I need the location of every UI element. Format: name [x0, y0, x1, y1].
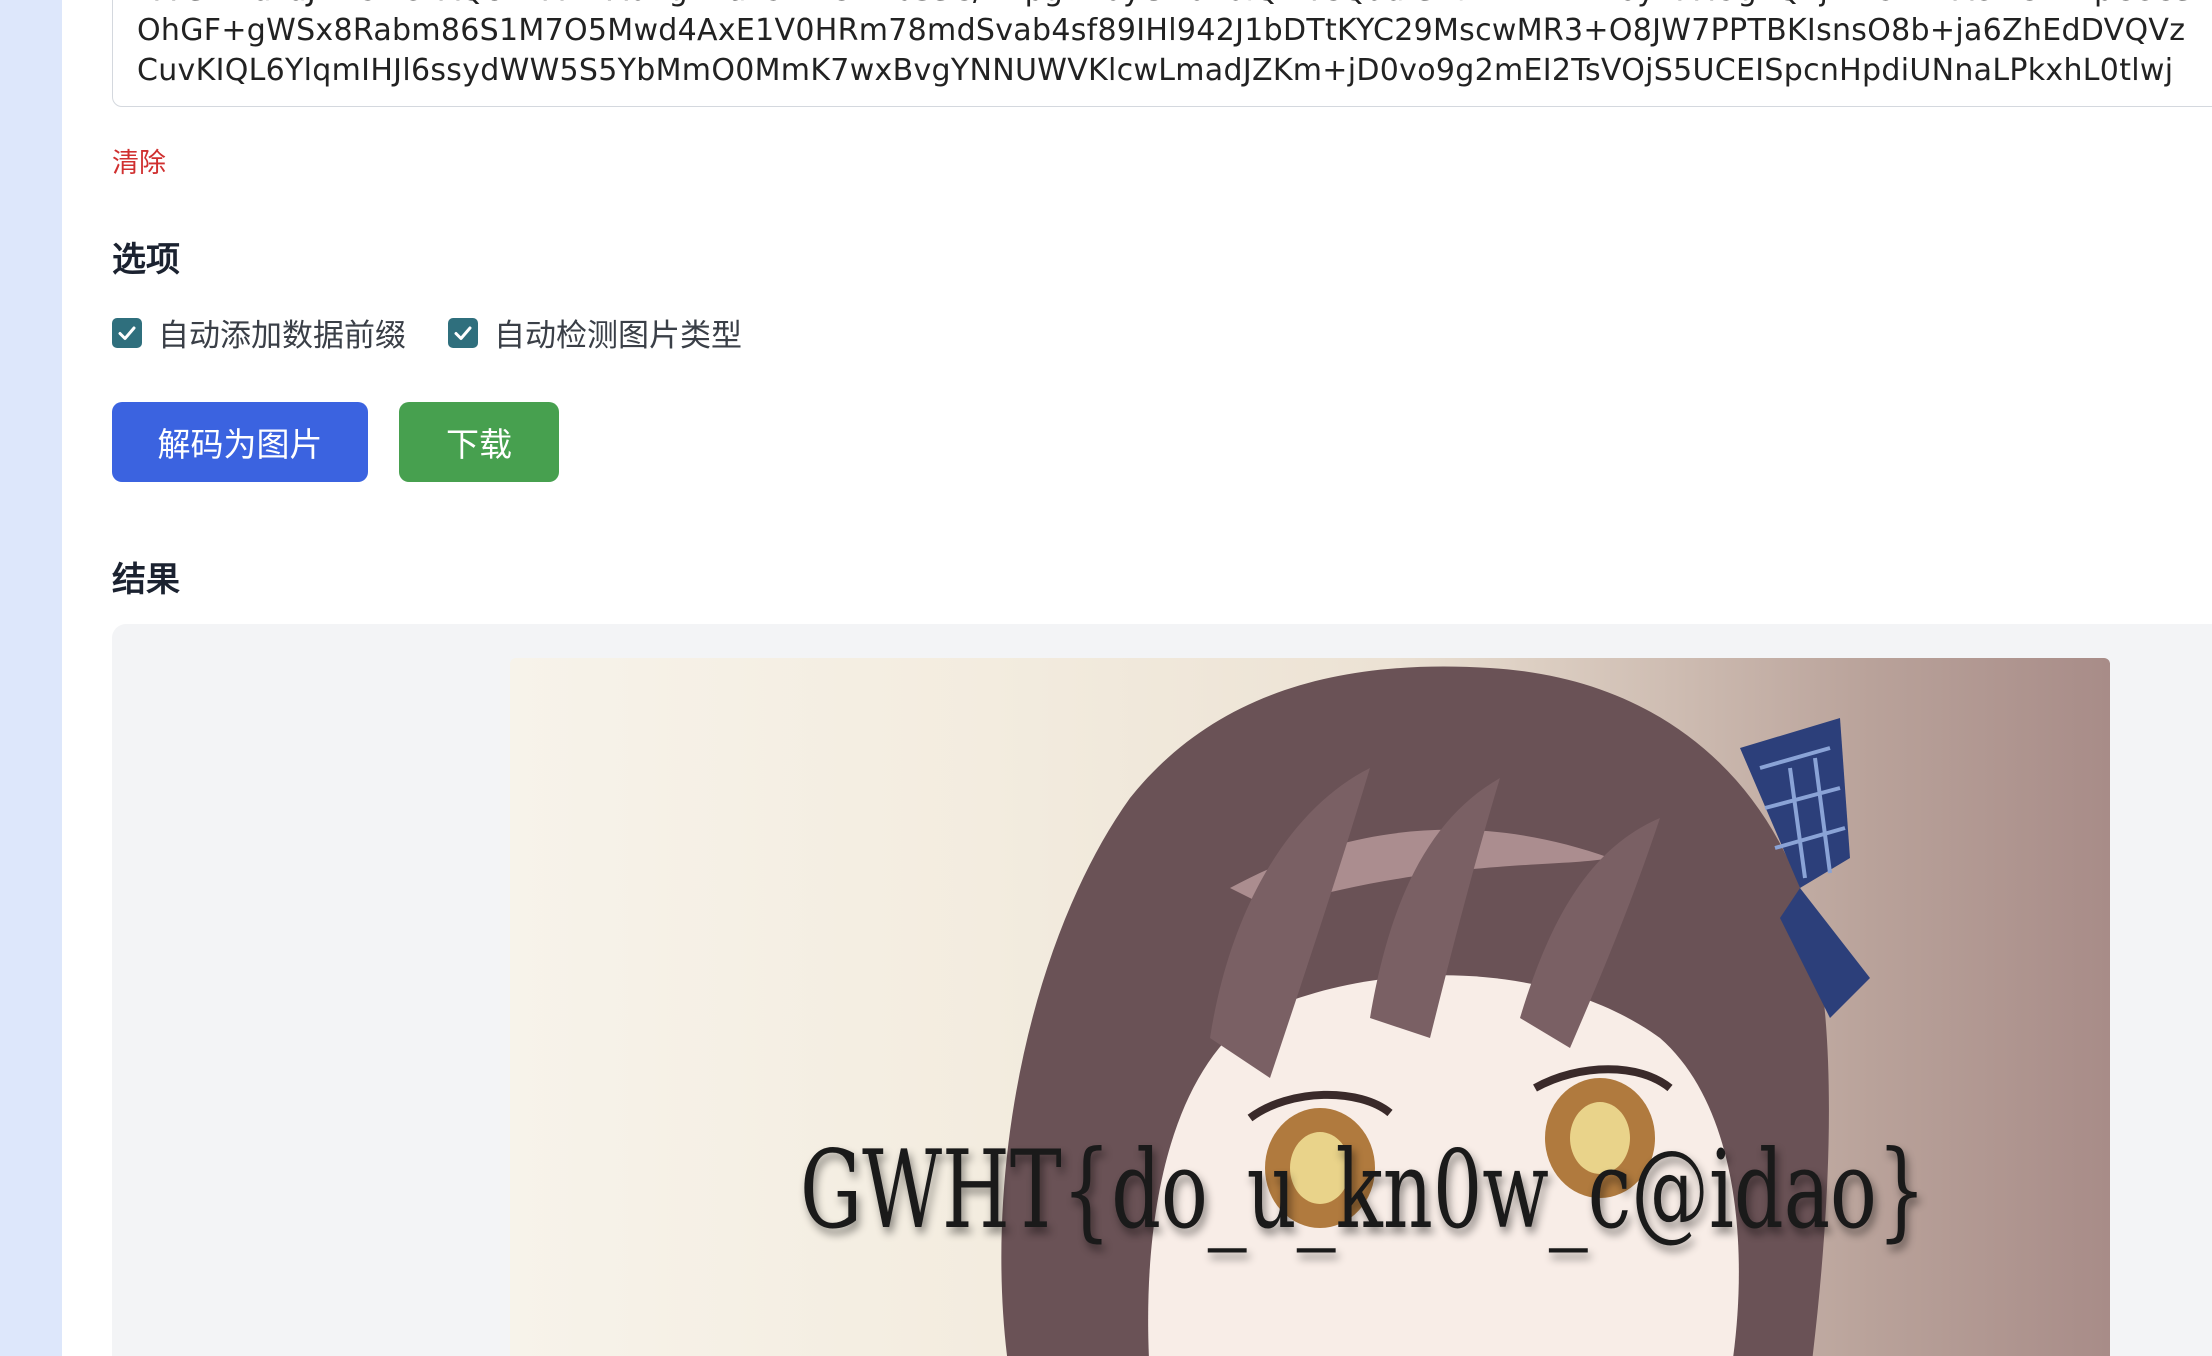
option-label: 自动检测图片类型 — [494, 318, 742, 354]
checkbox-checked-icon[interactable] — [448, 317, 478, 348]
option-label: 自动添加数据前缀 — [158, 318, 406, 354]
options-section-title: 选项 — [112, 240, 180, 280]
download-button[interactable]: 下载 — [399, 402, 559, 482]
decoded-image: GWHT{do_u_kn0w_c@idao} — [510, 658, 2110, 1356]
image-overlay-text: GWHT{do_u_kn0w_c@idao} — [800, 1128, 1927, 1253]
input-line: OhGF+gWSx8Rabm86S1M7O5Mwd4AxE1V0HRm78mdS… — [137, 13, 2186, 48]
result-section-title: 结果 — [112, 560, 180, 600]
decode-to-image-button[interactable]: 解码为图片 — [112, 402, 368, 482]
main-panel: vAt3wXuFuJ+P9DeLAQURPAtErA0BgnXaT97wCKDb… — [62, 0, 2212, 1356]
input-line: vAt3wXuFuJ+P9DeLAQURPAtErA0BgnXaT97wCKDb… — [137, 0, 2212, 11]
clear-link[interactable]: 清除 — [112, 141, 166, 180]
checkbox-checked-icon[interactable] — [112, 317, 142, 348]
left-sidebar-strip — [0, 0, 62, 1356]
input-line: CuvKIQL6YlqmIHJl6ssydWW5S5YbMmO0MmK7wxBv… — [137, 53, 2174, 88]
option-auto-detect-type[interactable]: 自动检测图片类型 — [448, 310, 742, 355]
base64-input-textarea[interactable]: vAt3wXuFuJ+P9DeLAQURPAtErA0BgnXaT97wCKDb… — [112, 0, 2212, 107]
option-auto-prefix[interactable]: 自动添加数据前缀 — [112, 310, 406, 355]
